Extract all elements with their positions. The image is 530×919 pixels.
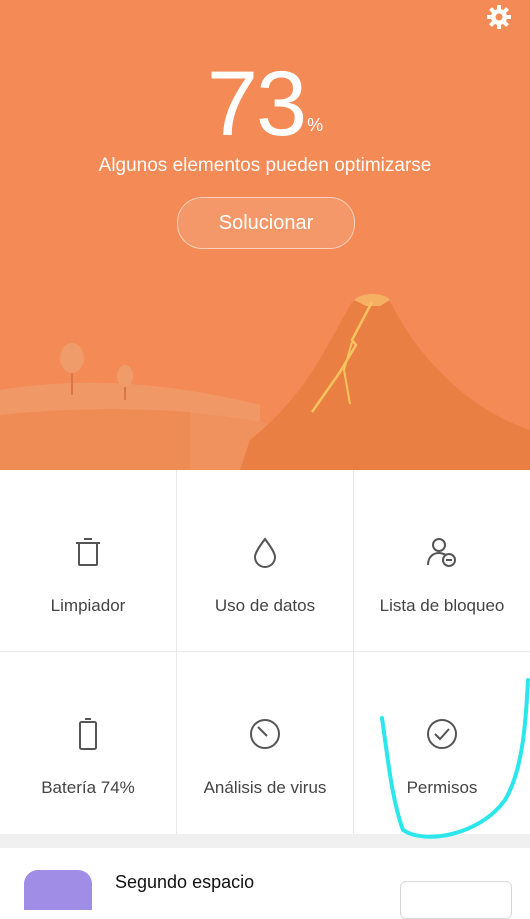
- tool-data-usage[interactable]: Uso de datos: [177, 470, 353, 652]
- trash-icon: [76, 538, 100, 566]
- gear-icon: [487, 5, 511, 29]
- tool-label: Permisos: [406, 778, 478, 797]
- tool-permissions[interactable]: Permisos: [354, 652, 530, 834]
- tool-label: Uso de datos: [214, 596, 316, 615]
- tool-label: Lista de bloqueo: [379, 596, 505, 615]
- tool-virus-scan[interactable]: Análisis de virus: [177, 652, 353, 834]
- scan-icon: [250, 719, 280, 749]
- water-drop-icon: [253, 537, 277, 568]
- security-header: 73% Algunos elementos pueden optimizarse…: [0, 0, 530, 470]
- fix-button[interactable]: Solucionar: [177, 197, 355, 249]
- settings-button[interactable]: [486, 4, 512, 30]
- tool-label: Batería 74%: [41, 778, 135, 797]
- section-separator: [0, 834, 530, 848]
- card-title: Segundo espacio: [115, 872, 255, 892]
- tools-grid: Limpiador Uso de datos Lista de bloqueo …: [0, 470, 530, 834]
- tool-battery[interactable]: Batería 74%: [0, 652, 176, 834]
- check-circle-icon: [427, 719, 457, 749]
- second-space-icon: [24, 870, 92, 910]
- card-action-button[interactable]: [400, 881, 512, 919]
- second-space-card[interactable]: Segundo espacio: [0, 848, 530, 919]
- tool-cleaner[interactable]: Limpiador: [0, 470, 176, 652]
- tool-label: Limpiador: [50, 596, 126, 615]
- score-unit: %: [307, 115, 324, 135]
- tool-blocklist[interactable]: Lista de bloqueo: [354, 470, 530, 652]
- status-message: Algunos elementos pueden optimizarse: [98, 155, 432, 176]
- score-value: 73: [206, 53, 307, 155]
- security-score: 73%: [0, 58, 530, 150]
- tool-label: Análisis de virus: [203, 778, 327, 797]
- battery-icon: [79, 718, 97, 750]
- user-block-icon: [427, 538, 456, 567]
